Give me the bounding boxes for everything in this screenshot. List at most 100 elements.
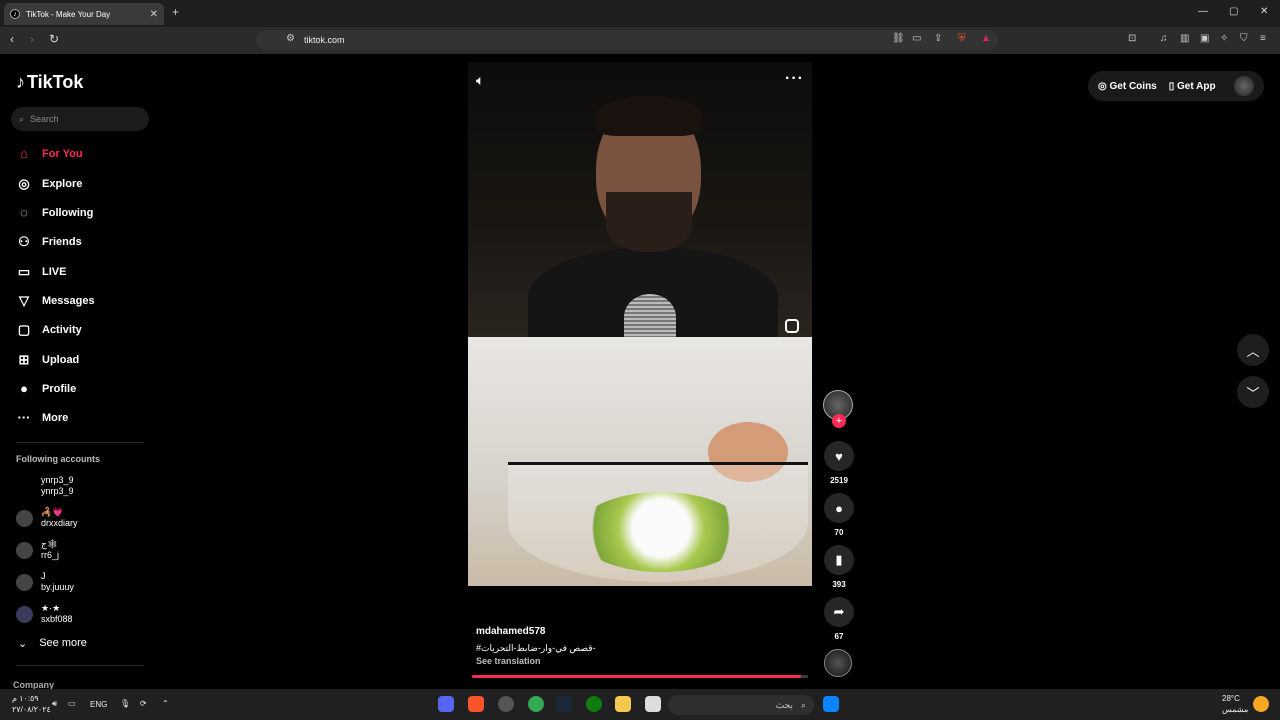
previous-video-button[interactable]: ︿	[1237, 334, 1269, 366]
home-icon: ⌂	[20, 146, 28, 161]
screenshot-icon[interactable]: ⊡	[1128, 33, 1136, 44]
vpn-icon[interactable]: ⛉	[1240, 33, 1248, 44]
volume-icon[interactable]: 🔈︎	[476, 72, 484, 89]
sidebar-divider	[16, 665, 144, 666]
weather-temp: 28°C	[1222, 694, 1240, 703]
xbox-icon[interactable]	[586, 696, 602, 712]
obs-icon[interactable]	[498, 696, 514, 712]
follow-button[interactable]: +	[832, 414, 846, 428]
see-more-button[interactable]: ⌄ See more	[18, 637, 87, 650]
video-progress-bar[interactable]	[472, 675, 808, 678]
wallet-icon[interactable]: ▣	[1200, 33, 1209, 44]
browser-tab[interactable]: ♪ TikTok - Make Your Day ✕	[4, 3, 164, 25]
like-button[interactable]: ♥	[824, 441, 854, 471]
network-tray-icon[interactable]: ▭	[68, 699, 76, 708]
address-bar[interactable]: tiktok.com	[256, 30, 998, 50]
start-menu-icon[interactable]	[823, 696, 839, 712]
sidebar-item-more[interactable]: ··· More	[16, 410, 69, 425]
following-account[interactable]: ★·★ sxbf088	[16, 603, 73, 625]
sidebar-item-label: Messages	[42, 295, 95, 307]
following-account[interactable]: ج🕸 rr6_j	[16, 539, 59, 561]
taskbar-search[interactable]: بحث ⌕	[668, 695, 814, 715]
clock-date: ٢٧/٠٨/٢٠٢٤	[12, 705, 51, 714]
following-icon: ◌	[20, 205, 28, 220]
avatar	[16, 605, 33, 623]
messages-icon: ▽	[19, 293, 29, 308]
discord-icon[interactable]	[438, 696, 454, 712]
more-options-icon[interactable]: ···	[785, 70, 804, 88]
get-coins-button[interactable]: ◎ Get Coins	[1098, 81, 1157, 92]
cast-icon[interactable]: ▭	[912, 33, 921, 44]
tab-close-icon[interactable]: ✕	[150, 9, 158, 20]
sidebar-divider	[16, 442, 144, 443]
see-more-label: See more	[39, 637, 87, 649]
next-video-button[interactable]: ﹀	[1237, 376, 1269, 408]
profile-avatar[interactable]	[1234, 76, 1254, 96]
avatar	[16, 541, 33, 559]
music-disc-icon[interactable]	[824, 649, 852, 677]
back-icon[interactable]: ‹	[10, 32, 14, 46]
share-button[interactable]: ➦	[824, 597, 854, 627]
sidebar-toggle-icon[interactable]: ▥	[1180, 33, 1189, 44]
brave-icon[interactable]	[468, 696, 484, 712]
new-tab-button[interactable]: +	[172, 5, 179, 19]
minimize-button[interactable]: —	[1198, 6, 1208, 17]
sidebar-item-friends[interactable]: ⚇ Friends	[16, 234, 82, 250]
site-info-icon[interactable]: ⚙	[286, 33, 295, 44]
maximize-button[interactable]: ▢	[1229, 6, 1238, 17]
language-indicator[interactable]: ENG	[90, 700, 107, 709]
reload-icon[interactable]: ↻	[49, 32, 59, 46]
sidebar-item-label: More	[42, 411, 69, 424]
media-icon[interactable]: ♫	[1160, 33, 1168, 44]
following-account[interactable]: 🦂💗 drxxdiary	[16, 507, 78, 529]
account-handle: rr6_j	[41, 550, 60, 560]
menu-icon[interactable]: ≡	[1260, 33, 1266, 44]
person-beard	[606, 192, 692, 252]
following-account[interactable]: Jby.juuuy	[16, 571, 74, 593]
sidebar-item-explore[interactable]: ◎ Explore	[16, 176, 82, 192]
sidebar-item-label: For You	[42, 147, 83, 160]
weather-icon[interactable]	[1253, 696, 1269, 712]
sync-tray-icon[interactable]: ⟳	[140, 699, 147, 708]
search-input[interactable]: ⌕ Search	[11, 107, 149, 131]
chrome-icon[interactable]	[528, 696, 544, 712]
chevron-up-icon: ︿	[1246, 343, 1260, 359]
tiktok-logo[interactable]: ♪ TikTok	[16, 72, 83, 93]
account-name: ★·★	[41, 603, 61, 613]
taskbar-search-label: بحث	[775, 699, 793, 710]
following-account[interactable]: ynrp3_9 ynrp3_9	[16, 475, 74, 497]
see-translation-link[interactable]: See translation	[476, 656, 541, 666]
window-close-button[interactable]: ✕	[1260, 6, 1268, 17]
brave-shield-icon[interactable]: ⛨	[958, 33, 966, 44]
weather-desc: مشمس	[1222, 705, 1249, 714]
translate-icon[interactable]: ⛓	[892, 33, 905, 44]
tray-expand-icon[interactable]: ⌃	[162, 699, 169, 708]
url-text: tiktok.com	[304, 35, 345, 45]
leo-ai-icon[interactable]: ✧	[1220, 33, 1228, 44]
sidebar-item-upload[interactable]: ⊞ Upload	[16, 352, 80, 368]
video-player[interactable]	[468, 62, 812, 586]
store-icon[interactable]	[645, 696, 661, 712]
sidebar-item-for-you[interactable]: ⌂ For You	[16, 146, 83, 161]
sidebar-item-label: Upload	[42, 354, 80, 366]
brave-rewards-icon[interactable]: ▲	[981, 33, 991, 44]
share-icon[interactable]: ⇪	[934, 33, 942, 44]
volume-tray-icon[interactable]: 🔊︎	[52, 699, 57, 709]
file-explorer-icon[interactable]	[615, 696, 631, 712]
chevron-down-icon: ⌄	[18, 638, 28, 650]
sidebar-item-activity[interactable]: ▢ Activity	[16, 322, 82, 338]
sidebar-item-live[interactable]: ▭ LIVE	[16, 264, 67, 280]
account-handle: drxxdiary	[41, 518, 78, 528]
account-name: J	[41, 571, 46, 581]
comment-button[interactable]: ●	[824, 493, 854, 523]
mic-tray-icon[interactable]: 🎙︎	[120, 699, 130, 708]
forward-icon[interactable]: ›	[30, 32, 34, 46]
sidebar-item-profile[interactable]: ● Profile	[16, 381, 76, 396]
video-username[interactable]: mdahamed578	[476, 626, 545, 637]
save-button[interactable]: ▮	[824, 545, 854, 575]
sidebar-item-label: Profile	[42, 382, 77, 395]
sidebar-item-following[interactable]: ◌ Following	[16, 205, 93, 220]
steam-icon[interactable]	[556, 696, 572, 712]
sidebar-item-messages[interactable]: ▽ Messages	[16, 293, 95, 309]
get-app-button[interactable]: ▯ Get App	[1169, 81, 1216, 92]
